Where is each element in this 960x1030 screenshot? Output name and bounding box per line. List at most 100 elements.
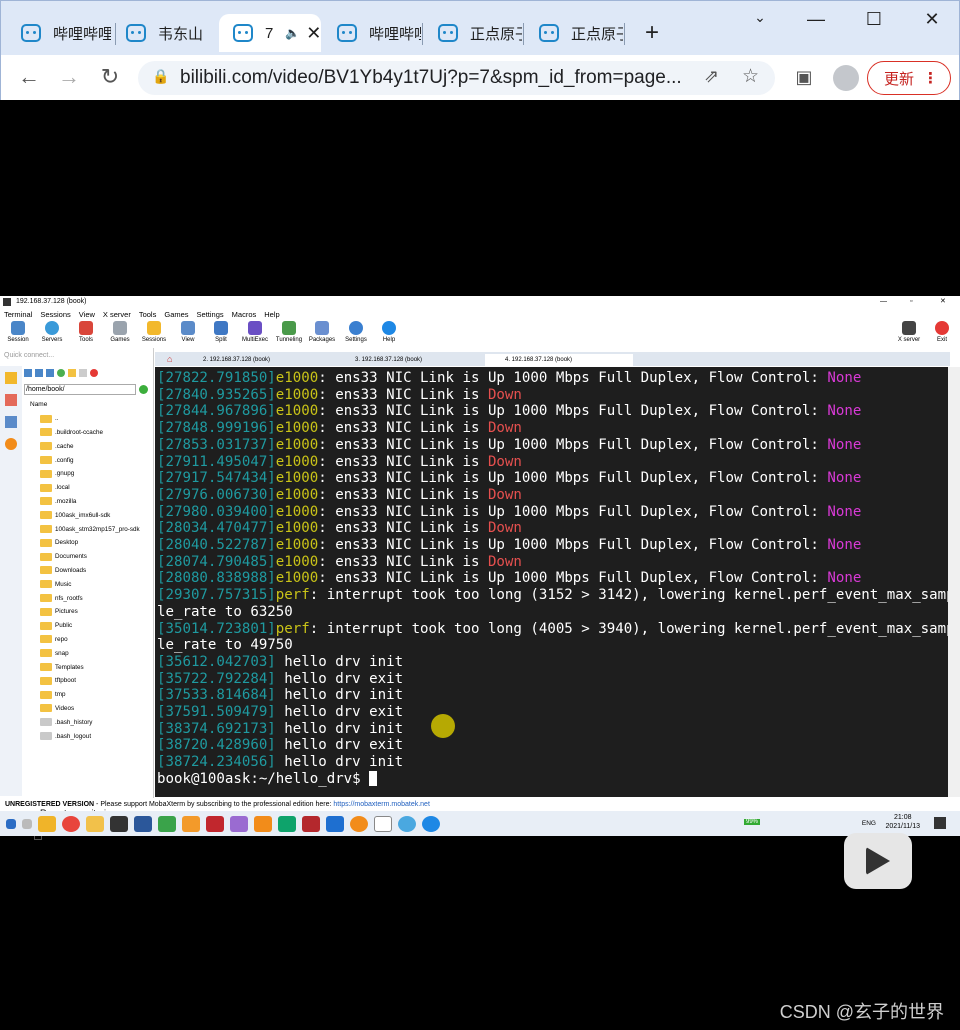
tree-item[interactable]: .bash_logout [24,729,142,743]
toolbar-servers-button[interactable]: Servers [36,321,68,343]
browser-tab[interactable]: 哔哩哔哩 [323,14,421,52]
side-panel-icon[interactable]: ▣ [789,67,819,88]
tree-item[interactable]: Videos [24,702,142,716]
close-window-button[interactable]: ✕ [917,9,947,30]
address-bar[interactable]: 🔒 bilibili.com/video/BV1Yb4y1t7Uj?p=7&sp… [138,61,775,95]
system-clock[interactable]: 21:08 2021/11/13 [885,813,920,831]
app-icon[interactable] [86,815,104,832]
toolbar-games-button[interactable]: Games [104,321,136,343]
minimize-button[interactable]: — [801,9,831,30]
file-explorer-icon[interactable] [38,815,56,832]
notification-icon[interactable] [934,817,946,829]
speaker-icon[interactable]: 🔈 [285,26,300,40]
tree-item[interactable]: .buildroot-ccache [24,426,142,440]
toolbar-view-button[interactable]: View [172,321,204,343]
moba-minimize-button[interactable]: — [880,296,887,308]
word-icon[interactable] [134,815,152,832]
tree-item[interactable]: Music [24,577,142,591]
menu-sessions[interactable]: Sessions [40,309,70,321]
menu-terminal[interactable]: Terminal [4,309,32,321]
tree-item[interactable]: 100ask_stm32mp157_pro-sdk [24,522,142,536]
terminal-output[interactable]: [27822.791850]e1000: ens33 NIC Link is U… [155,367,948,797]
browser-tab[interactable]: 正点原子 [525,14,623,52]
sidebar-tab-macros[interactable] [5,416,17,428]
terminal-scrollbar[interactable] [948,367,960,797]
battery-indicator[interactable]: 99% [743,819,760,825]
tree-item[interactable]: .bash_history [24,715,142,729]
tree-header[interactable]: Name [24,398,142,412]
session-tab-4-active[interactable]: 4. 192.168.37.128 (book) [485,354,633,366]
typora-icon[interactable] [374,815,392,832]
chrome-icon[interactable] [62,815,80,832]
sidebar-tab-tools[interactable] [5,394,17,406]
tree-item[interactable]: .cache [24,439,142,453]
toolbar-split-button[interactable]: Split [205,321,237,343]
tree-item[interactable]: Public [24,619,142,633]
app-icon-4[interactable] [254,815,272,832]
menu-help[interactable]: Help [264,309,279,321]
app-icon-9[interactable] [398,815,416,832]
home-tab-icon[interactable]: ⌂ [167,354,172,364]
task-view-icon[interactable] [22,818,32,829]
tree-item[interactable]: Documents [24,550,142,564]
app-icon-7[interactable] [326,815,344,832]
tree-item[interactable]: 100ask_imx6ull-sdk [24,508,142,522]
forward-icon[interactable]: → [54,64,84,90]
moba-close-button[interactable]: ✕ [940,296,946,308]
tree-item[interactable]: repo [24,633,142,647]
tree-item[interactable]: Pictures [24,605,142,619]
new-tab-button[interactable]: + [637,19,667,47]
mobaxterm-icon[interactable] [110,815,128,832]
browser-tab[interactable]: 正点原子 [424,14,522,52]
play-button[interactable] [844,833,912,889]
app-icon-3[interactable] [230,815,248,832]
toolbar-help-button[interactable]: Help [373,321,405,343]
tree-item[interactable]: .mozilla [24,495,142,509]
toolbar-sessions-button[interactable]: Sessions [138,321,170,343]
close-tab-icon[interactable]: ✕ [306,23,321,44]
menu-view[interactable]: View [79,309,95,321]
tree-item[interactable]: .config [24,453,142,467]
app-icon-10[interactable] [422,815,440,832]
menu-xserver[interactable]: X server [103,309,131,321]
refresh-icon[interactable] [57,369,65,377]
follow-check-icon[interactable] [139,385,148,394]
toolbar-settings-button[interactable]: Settings [340,321,372,343]
quick-connect-input[interactable]: Quick connect... [4,352,152,362]
menu-macros[interactable]: Macros [232,309,257,321]
new-folder-icon[interactable] [68,369,76,377]
tree-item[interactable]: .. [24,412,142,426]
share-icon[interactable]: ⇗ [704,66,719,87]
toolbar-xserver-button[interactable]: X server [893,321,925,343]
delete-icon[interactable] [90,369,98,377]
tree-item[interactable]: Templates [24,660,142,674]
browser-tab-active[interactable]: 7 🔈 ✕ [219,14,321,52]
moba-website-link[interactable]: https://mobaxterm.mobatek.net [333,801,430,808]
windows-start-icon[interactable] [6,818,16,829]
path-input[interactable]: /home/book/ [24,384,136,395]
tree-item[interactable]: Desktop [24,536,142,550]
update-button[interactable]: 更新 ⋮ [867,61,951,95]
session-tab-3[interactable]: 3. 192.168.37.128 (book) [335,354,483,366]
menu-games[interactable]: Games [164,309,188,321]
editor-icon[interactable] [158,815,176,832]
browser-tab[interactable]: 韦东山 [112,14,216,52]
tree-item[interactable]: .gnupg [24,467,142,481]
app-icon-2[interactable] [182,815,200,832]
toolbar-tools-button[interactable]: Tools [70,321,102,343]
menu-settings[interactable]: Settings [197,309,224,321]
reload-icon[interactable]: ↻ [95,64,125,90]
tree-item[interactable]: Downloads [24,564,142,578]
session-tab-2[interactable]: 2. 192.168.37.128 (book) [183,354,331,366]
tree-item[interactable]: tmp [24,688,142,702]
toolbar-tunneling-button[interactable]: Tunneling [273,321,305,343]
toolbar-session-button[interactable]: Session [2,321,34,343]
tree-item[interactable]: snap [24,646,142,660]
language-indicator[interactable]: ENG [862,820,876,827]
app-icon-5[interactable] [278,815,296,832]
browser-tab[interactable]: 哔哩哔哩 [7,14,111,52]
tree-item[interactable]: nfs_rootfs [24,591,142,605]
new-file-icon[interactable] [79,369,87,377]
menu-tools[interactable]: Tools [139,309,157,321]
app-icon-8[interactable] [350,815,368,832]
